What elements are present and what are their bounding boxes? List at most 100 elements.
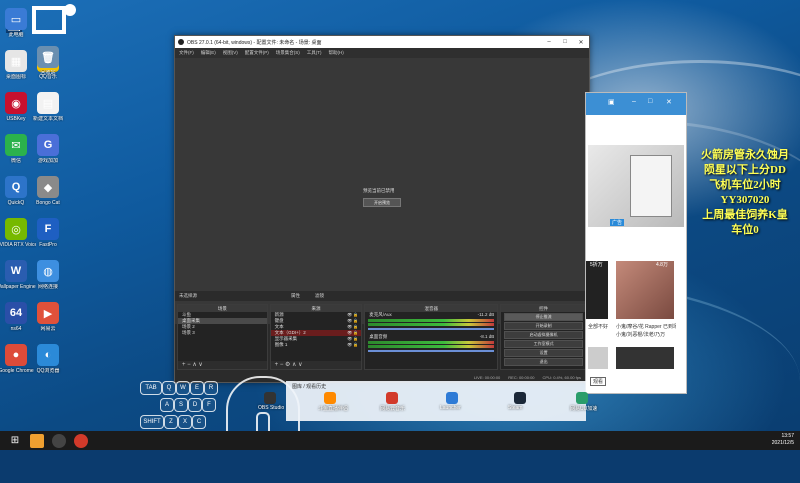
mixer-dock: 混音器 麦克风/Aux -11.2 dB 桌面音频 -8.1 dB xyxy=(364,304,499,370)
obs-menu-item[interactable]: 配置文件(P) xyxy=(245,50,269,56)
close-icon[interactable]: ✕ xyxy=(666,98,672,106)
shortcut-app-icon[interactable] xyxy=(576,392,588,404)
obs-menu-item[interactable]: 工具(T) xyxy=(307,50,322,56)
filters-tab[interactable]: 滤镜 xyxy=(315,293,324,299)
close-icon[interactable]: ✕ xyxy=(573,39,589,46)
promo-line: 车位0 xyxy=(731,224,759,236)
control-button[interactable]: 设置 xyxy=(504,349,583,357)
app-icon: ▶ xyxy=(37,302,59,324)
shortcut-app-label: 斗鱼直播伴侣 xyxy=(318,406,349,412)
mixer-track-db: -11.2 dB xyxy=(477,312,495,317)
obs-menu-item[interactable]: 帮助(H) xyxy=(329,50,344,56)
volume-slider[interactable] xyxy=(368,350,495,352)
volume-meter xyxy=(368,341,495,344)
desktop-icon[interactable]: ◐ QQ浏览器 xyxy=(28,344,68,374)
control-button[interactable]: 启动虚拟摄像机 xyxy=(504,331,583,339)
netease-taskbar-icon[interactable] xyxy=(74,433,88,448)
app-icon: ▤ xyxy=(37,92,59,114)
obs-menu-item[interactable]: 场景集合(S) xyxy=(276,50,300,56)
app-icon: ✉ xyxy=(5,134,27,156)
desktop-icon-label: 此电脑 xyxy=(8,32,24,38)
keyboard-key: Q xyxy=(162,381,176,395)
obs-preview[interactable]: 预览当前已禁用 开启预览 xyxy=(175,58,589,324)
shortcut-app-icon[interactable] xyxy=(386,392,398,404)
desktop-icon[interactable]: ▶ 网易云 xyxy=(28,302,68,332)
desktop-icon-label: 回收站 xyxy=(40,70,56,76)
keyboard-key: TAB xyxy=(140,381,162,395)
preview-disabled-message: 预览当前已禁用 xyxy=(363,188,395,193)
keyboard-key: X xyxy=(178,415,192,429)
desktop-icon[interactable]: ▤ 新建文本文档 xyxy=(28,92,68,122)
sources-footer: + − ⚙ ∧ ∨ xyxy=(270,361,362,369)
app-icon: ● xyxy=(5,344,27,366)
video-caption[interactable]: 小鬼/摩谷/花 Rapper 已到场 xyxy=(616,323,676,330)
shortcut-app-icon[interactable] xyxy=(446,392,458,404)
obs-window[interactable]: OBS 27.0.1 (64-bit, windows) - 配置文件: 未命名… xyxy=(174,35,590,383)
app-icon: ◉ xyxy=(5,92,27,114)
video-caption[interactable]: 小鬼/刘恶棍/法老/乃万 xyxy=(616,331,676,338)
obs-taskbar-icon[interactable] xyxy=(52,433,66,448)
desktop-icon[interactable]: ◍ 网络连接 xyxy=(28,260,68,290)
source-item-label: 图像 1 xyxy=(274,342,288,347)
desktop-icon-label: 游戏加加 xyxy=(37,158,58,164)
minimize-icon[interactable]: – xyxy=(632,98,636,105)
watch-button[interactable]: 观看 xyxy=(590,377,607,386)
app-icon: ◆ xyxy=(37,176,59,198)
maximize-icon[interactable]: □ xyxy=(648,98,652,105)
mixer-track-name: 桌面音频 xyxy=(369,334,388,339)
video-thumbnail[interactable] xyxy=(586,261,608,319)
video-thumbnail[interactable] xyxy=(588,347,608,369)
app-icon: ◐ xyxy=(37,344,59,366)
maximize-icon[interactable]: □ xyxy=(557,39,573,45)
keyboard-key: F xyxy=(202,398,216,412)
desktop-icon[interactable]: ◆ Bongo Cat xyxy=(28,176,68,206)
shortcut-app-icon[interactable] xyxy=(324,392,336,404)
promo-line: 飞机车位2小时 xyxy=(709,179,781,191)
properties-tab[interactable]: 属性 xyxy=(291,293,300,299)
taskbar-app-icon[interactable] xyxy=(30,433,44,448)
desktop-icon-label: 网易云 xyxy=(40,326,56,332)
control-button[interactable]: 工作室模式 xyxy=(504,340,583,348)
rec-time: REC: 00:00:00 xyxy=(508,374,535,380)
desktop-icon[interactable]: G 游戏加加 xyxy=(28,134,68,164)
shortcut-app-icon[interactable] xyxy=(514,392,526,404)
desktop-icon[interactable]: ▭ 此电脑 xyxy=(0,8,36,38)
tray-date: 2021/12/5 xyxy=(771,440,794,446)
control-button[interactable]: 退出 xyxy=(504,358,583,366)
obs-menu-item[interactable]: 编辑(E) xyxy=(201,50,216,56)
live-time: LIVE: 00:00:00 xyxy=(473,374,501,380)
video-site-header: ▣ – □ ✕ xyxy=(586,93,686,115)
minimize-icon[interactable]: – xyxy=(541,39,557,45)
app-icon: ◎ xyxy=(5,218,27,240)
obs-window-title: OBS 27.0.1 (64-bit, windows) - 配置文件: 未命名… xyxy=(187,39,322,46)
scene-item[interactable]: 场景 3 xyxy=(178,330,267,336)
menu-icon[interactable]: ▣ xyxy=(608,98,615,106)
source-toolbar: 未选择源 属性 滤镜 xyxy=(175,291,589,301)
enable-preview-button[interactable]: 开启预览 xyxy=(363,198,401,207)
app-icon: ▭ xyxy=(5,8,27,30)
desktop-icon[interactable]: F FastPro xyxy=(28,218,68,248)
obs-title-bar[interactable]: OBS 27.0.1 (64-bit, windows) - 配置文件: 未命名… xyxy=(175,36,589,48)
volume-slider[interactable] xyxy=(368,328,495,330)
system-tray-clock[interactable]: 13:57 2021/12/5 xyxy=(772,433,794,447)
video-caption[interactable]: 全部不好 xyxy=(588,323,612,330)
desktop-icon[interactable]: 🗑 回收站 xyxy=(28,46,68,76)
windows-start-icon[interactable]: ⊞ xyxy=(8,434,22,448)
keyboard-key: SHIFT xyxy=(140,415,164,429)
source-item[interactable]: 图像 1 👁 🔒 xyxy=(271,342,362,348)
promo-line: 火箭房管永久蚀月 xyxy=(701,149,789,161)
video-thumbnail[interactable] xyxy=(616,347,674,369)
obs-menu-item[interactable]: 视图(V) xyxy=(223,50,238,56)
control-button[interactable]: 开始录制 xyxy=(504,322,583,330)
shortcut-app-icon[interactable] xyxy=(264,392,276,404)
scenes-dock: 场景 斗鱼 桌面采集 场景 2 场景 3 + − ∧ ∨ xyxy=(177,304,268,370)
shortcut-app-label: 网易UU加速 xyxy=(570,406,598,412)
mixer-header: 混音器 xyxy=(365,305,498,312)
shortcut-app-label: 网易云音乐 xyxy=(380,406,406,412)
control-button[interactable]: 停止推流 xyxy=(504,313,583,321)
keyboard-key: A xyxy=(160,398,174,412)
obs-menu-item[interactable]: 文件(F) xyxy=(179,50,194,56)
video-site-window[interactable]: ▣ – □ ✕ 广告 5折万 4.8万 全部不好 小鬼/摩谷/花 Rapper … xyxy=(585,92,687,394)
video-thumbnail[interactable] xyxy=(616,261,674,319)
visibility-lock-icon[interactable]: 👁 🔒 xyxy=(347,342,358,348)
